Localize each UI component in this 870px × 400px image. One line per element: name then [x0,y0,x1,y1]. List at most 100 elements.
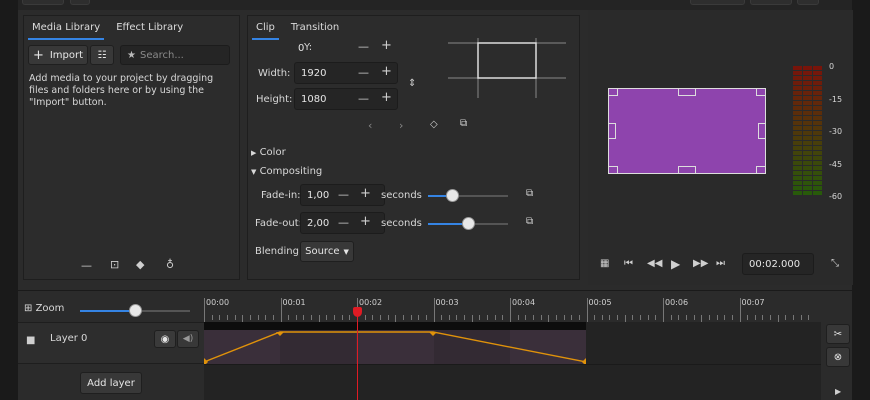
resize-handle-tr[interactable] [756,88,766,96]
meter-segment [813,86,822,90]
prev-keyframe-icon[interactable]: ‹ [368,120,372,131]
undock-icon[interactable]: ⤡ [831,259,839,269]
skip-start-icon[interactable]: ⏮ [624,259,633,269]
height-decrement-icon[interactable]: — [358,93,369,104]
meter-segment [793,81,802,85]
blending-dropdown[interactable]: Source ▼ [300,241,354,262]
add-layer-label: Add layer [87,377,135,389]
color-section-label: Color [259,147,286,158]
ruler-major-tick [663,298,664,322]
y-decrement-icon[interactable]: — [358,41,369,52]
visibility-toggle[interactable]: ◉ [154,330,176,348]
ruler-minor-tick [464,315,466,320]
compositing-section-header[interactable]: ▼ Compositing [251,166,322,177]
remove-icon[interactable]: — [81,260,92,271]
rewind-icon[interactable]: ◀◀ [647,259,662,269]
ruler-minor-tick [326,315,328,320]
meter-segment [813,161,822,165]
fade-out-units: seconds [381,218,422,229]
ruler-minor-tick [747,315,749,320]
tab-effect-library[interactable]: Effect Library [108,16,191,40]
width-increment-icon[interactable]: + [381,65,392,78]
height-value: 1080 [301,93,327,105]
opacity-curve[interactable] [204,322,586,364]
fade-out-keyframe-icon[interactable]: ⧉ [526,217,533,227]
transform-widget[interactable] [448,38,566,98]
fade-in-decrement-icon[interactable]: — [338,189,349,200]
fade-in-slider-knob[interactable] [446,189,459,202]
meter-segment [803,151,812,155]
ruler-minor-tick [647,315,649,320]
reset-icon[interactable]: ⧉ [460,119,467,129]
header-button-left-2[interactable] [70,0,90,5]
resize-handle-bl[interactable] [608,166,618,174]
fade-in-label: Fade-in: [261,190,301,201]
fast-forward-icon[interactable]: ▶▶ [693,259,708,269]
y-increment-icon[interactable]: + [381,39,392,52]
view-mode-button[interactable]: ☷ [90,45,114,65]
search-input[interactable]: ★ Search... [120,45,230,65]
ruler-minor-tick [548,315,550,322]
fade-in-keyframe-icon[interactable]: ⧉ [526,189,533,199]
ruler-major-tick [204,298,205,322]
viewer-panel: 0 -15 -30 -45 -60 ▦ ⏮ ◀◀ ▶ ▶▶ ⏭ 00:02.00… [588,10,853,285]
layer-header: ■ Layer 0 ◉ ◀) [18,322,204,364]
meter-segment [813,106,822,110]
skip-end-icon[interactable]: ⏭ [716,259,725,269]
add-layer-button[interactable]: Add layer [80,372,142,394]
zoom-slider-fill [80,310,135,312]
fade-out-decrement-icon[interactable]: — [338,217,349,228]
tab-transition[interactable]: Transition [283,16,347,40]
fade-out-increment-icon[interactable]: + [360,215,371,228]
resize-handle-left[interactable] [608,123,616,139]
scissors-icon: ✂ [833,328,843,340]
playhead-handle[interactable] [353,307,362,317]
keyframe-toggle-icon[interactable]: ◇ [430,120,438,130]
import-button[interactable]: + Import [28,45,88,65]
ruler-minor-tick [494,315,496,320]
resize-handle-br[interactable] [756,166,766,174]
ruler-label: 00:03 [435,298,459,307]
zoom-slider-knob[interactable] [129,304,142,317]
fade-in-increment-icon[interactable]: + [360,187,371,200]
insert-icon[interactable]: ♁ [166,259,174,270]
next-keyframe-icon[interactable]: › [399,120,403,131]
meter-segment [793,101,802,105]
meter-segment [813,166,822,170]
header-button-left[interactable] [22,0,64,5]
meter-segment [803,141,812,145]
timecode-field[interactable]: 00:02.000 [742,253,814,275]
color-section-header[interactable]: ▶ Color [251,147,286,158]
split-button[interactable]: ✂ [826,324,850,344]
resize-handle-top[interactable] [678,88,696,96]
meter-segment [803,106,812,110]
tab-clip[interactable]: Clip [248,16,283,40]
header-button-right-2[interactable] [750,0,792,5]
layer-name[interactable]: Layer 0 [50,333,87,344]
meter-segment [803,181,812,185]
expand-toolbar-icon[interactable]: ▶ [835,388,841,396]
delete-button[interactable]: ⊗ [826,347,850,367]
header-button-right[interactable] [690,0,745,5]
ruler-minor-tick [288,315,290,320]
resize-handle-right[interactable] [758,123,766,139]
grid-view-icon[interactable]: ▦ [600,259,609,269]
width-decrement-icon[interactable]: — [358,67,369,78]
resize-handle-bottom[interactable] [678,166,696,174]
preview-icon[interactable]: ⊡ [110,259,119,270]
resize-handle-tl[interactable] [608,88,618,96]
tag-icon[interactable]: ◆ [136,259,144,270]
link-aspect-icon[interactable]: ⇕ [408,79,416,89]
height-increment-icon[interactable]: + [381,91,392,104]
fade-out-slider-knob[interactable] [462,217,475,230]
clip-preview[interactable] [608,88,766,174]
meter-segment [813,176,822,180]
mute-toggle[interactable]: ◀) [177,330,199,348]
timeline-clip[interactable] [204,322,586,364]
play-icon[interactable]: ▶ [671,258,680,270]
meter-segment [813,111,822,115]
meter-segment [813,76,822,80]
header-menu-button[interactable] [797,0,819,5]
ruler-major-tick [510,298,511,322]
tab-media-library[interactable]: Media Library [24,16,108,40]
